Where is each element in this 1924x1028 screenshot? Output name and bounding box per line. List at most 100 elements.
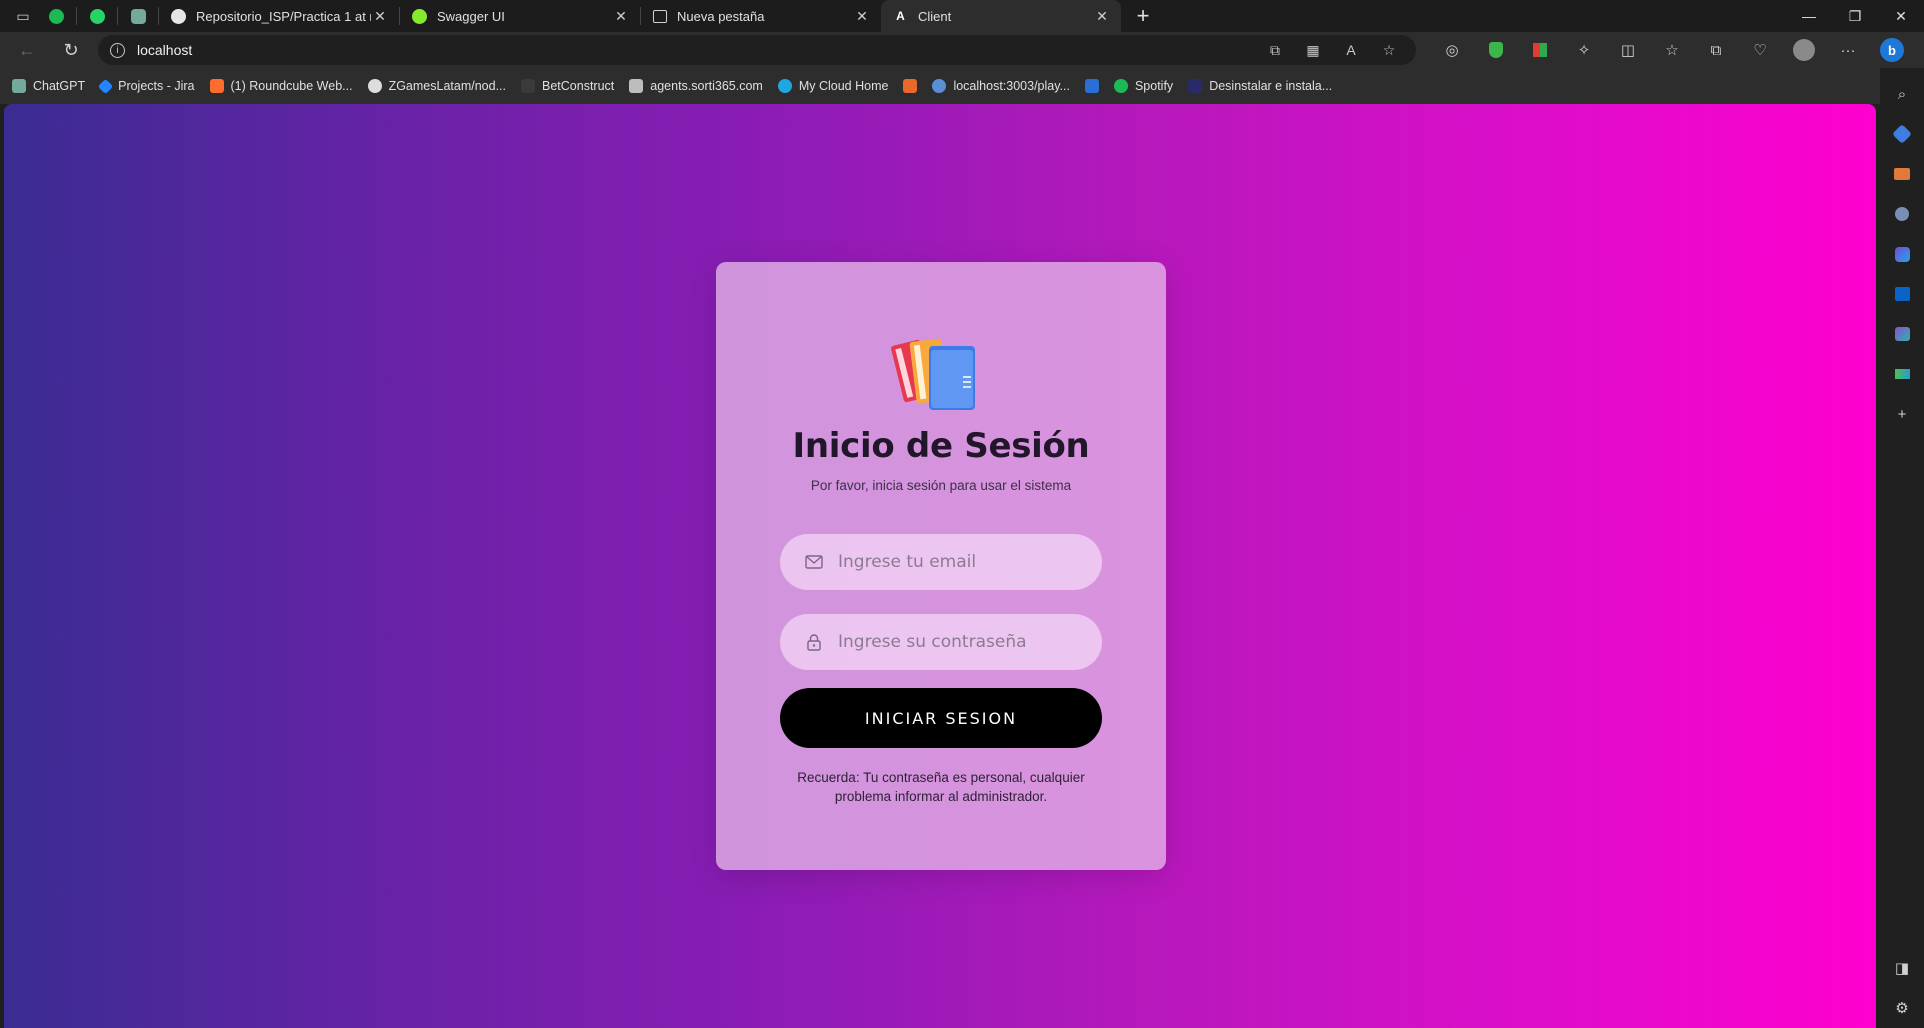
tab-swagger[interactable]: Swagger UI ✕ [400, 0, 640, 32]
pinned-tab-whatsapp[interactable] [77, 0, 117, 32]
login-button[interactable]: INICIAR SESION [780, 688, 1102, 748]
site-info-icon[interactable]: i [110, 42, 125, 58]
github-icon [171, 8, 186, 24]
chatgpt-icon [12, 79, 26, 93]
network-icon [629, 79, 644, 93]
extensions-area: ◎ ✧ ◫ ☆ ⧉ ♡ ··· b [1426, 35, 1910, 65]
betconstruct-icon [521, 79, 535, 93]
minimize-icon[interactable]: — [1786, 0, 1832, 32]
designer-icon[interactable] [1888, 320, 1916, 348]
favorite-item[interactable] [1084, 79, 1099, 93]
copilot-icon[interactable]: b [1874, 35, 1910, 65]
tab-strip: ▭ Repositorio_ISP/Practica 1 at mai ✕ Sw… [0, 0, 1924, 32]
cpanel-icon [209, 79, 224, 93]
favorites-bar: ChatGPT Projects - Jira (1) Roundcube We… [0, 68, 1924, 104]
qr-code-icon[interactable]: ▦ [1298, 37, 1328, 63]
shopping-tag-icon[interactable] [1888, 120, 1916, 148]
tab-client[interactable]: A Client ✕ [881, 0, 1121, 32]
sidebar-settings-icon[interactable]: ⚙ [1888, 994, 1916, 1022]
cloud-icon [777, 79, 792, 93]
favorite-item[interactable]: localhost:3003/play... [932, 79, 1070, 93]
whatsapp-icon [89, 8, 105, 24]
microsoft365-icon[interactable] [1888, 240, 1916, 268]
split-screen-icon[interactable]: ◫ [1610, 35, 1646, 65]
paypal-icon [1084, 79, 1099, 93]
jira-icon [97, 78, 114, 94]
pinned-tab-chatgpt[interactable] [118, 0, 158, 32]
favorite-item[interactable]: Projects - Jira [97, 78, 195, 94]
address-bar[interactable]: i localhost ⧉ ▦ A ☆ [98, 35, 1416, 65]
tab-nueva-pestana[interactable]: Nueva pestaña ✕ [641, 0, 881, 32]
bookmark-orange-icon [903, 79, 918, 93]
sidebar-bottom: ◨ ⚙ [1880, 942, 1924, 1028]
close-icon[interactable]: ✕ [853, 8, 871, 25]
telegram-send-icon[interactable] [1888, 360, 1916, 388]
add-sidebar-app-icon[interactable]: + [1888, 400, 1916, 428]
password-input[interactable] [838, 632, 1102, 652]
favorite-item[interactable]: Spotify [1113, 79, 1173, 93]
restore-icon[interactable]: ❐ [1832, 0, 1878, 32]
address-toolbar: ← ↻ i localhost ⧉ ▦ A ☆ ◎ ✧ ◫ ☆ ⧉ ♡ ··· … [0, 32, 1924, 68]
url-text[interactable]: localhost [137, 42, 1252, 58]
favorite-item[interactable]: My Cloud Home [777, 79, 888, 93]
tools-briefcase-icon[interactable] [1888, 160, 1916, 188]
books-logo-icon [891, 338, 975, 410]
close-icon[interactable]: ✕ [1093, 8, 1111, 25]
favorite-item[interactable] [903, 79, 918, 93]
page-title: Inicio de Sesión [792, 426, 1090, 466]
pinned-tab-spotify[interactable] [36, 0, 76, 32]
tab-title: Swagger UI [437, 8, 505, 24]
password-reminder-note: Recuerda: Tu contraseña es personal, cua… [797, 770, 1085, 804]
profile-avatar[interactable] [1786, 35, 1822, 65]
tab-title: Client [918, 8, 952, 24]
back-button[interactable]: ← [10, 35, 44, 65]
search-icon[interactable]: ⌕ [1888, 80, 1916, 108]
favorite-item[interactable]: ZGamesLatam/nod... [367, 79, 506, 93]
tab-title: Nueva pestaña [677, 8, 765, 24]
games-icon[interactable] [1888, 200, 1916, 228]
favorite-item[interactable]: agents.sorti365.com [629, 79, 763, 93]
favorite-item[interactable]: (1) Roundcube Web... [209, 79, 353, 93]
close-icon[interactable]: ✕ [371, 8, 389, 25]
envelope-icon [804, 552, 824, 572]
refresh-button[interactable]: ↻ [54, 35, 88, 65]
extension-shield-icon[interactable] [1478, 35, 1514, 65]
page-viewport: Inicio de Sesión Por favor, inicia sesió… [4, 104, 1876, 1028]
globe-icon [932, 79, 947, 93]
newtab-icon [653, 9, 667, 23]
favorite-item[interactable]: Desinstalar e instala... [1188, 79, 1332, 93]
read-aloud-icon[interactable]: A [1336, 37, 1366, 63]
github-icon [367, 79, 382, 93]
extension-color-icon[interactable] [1522, 35, 1558, 65]
extensions-puzzle-icon[interactable]: ✧ [1566, 35, 1602, 65]
spotify-icon [48, 8, 64, 24]
hide-sidebar-icon[interactable]: ◨ [1888, 954, 1916, 982]
site-icon [1188, 79, 1203, 93]
swagger-icon [412, 8, 427, 24]
page-subtitle: Por favor, inicia sesión para usar el si… [810, 478, 1072, 493]
favorite-item[interactable]: BetConstruct [521, 79, 614, 93]
new-tab-button[interactable]: + [1127, 0, 1159, 32]
window-close-icon[interactable]: ✕ [1878, 0, 1924, 32]
browser-essentials-icon[interactable]: ♡ [1742, 35, 1778, 65]
outlook-icon[interactable] [1888, 280, 1916, 308]
login-card: Inicio de Sesión Por favor, inicia sesió… [716, 262, 1166, 870]
settings-more-icon[interactable]: ··· [1830, 35, 1866, 65]
password-field[interactable] [780, 614, 1102, 670]
email-field[interactable] [780, 534, 1102, 590]
collections-icon[interactable]: ⧉ [1698, 35, 1734, 65]
browser-window: ▭ Repositorio_ISP/Practica 1 at mai ✕ Sw… [0, 0, 1924, 1028]
favorites-icon[interactable]: ☆ [1654, 35, 1690, 65]
email-input[interactable] [838, 552, 1102, 572]
favorite-item[interactable]: ChatGPT [12, 79, 85, 93]
close-icon[interactable]: ✕ [612, 8, 630, 25]
tab-repositorio[interactable]: Repositorio_ISP/Practica 1 at mai ✕ [159, 0, 399, 32]
app-available-icon[interactable]: ⧉ [1260, 37, 1290, 63]
lock-icon [804, 632, 824, 652]
window-controls: — ❐ ✕ [1786, 0, 1924, 32]
extension-target-icon[interactable]: ◎ [1434, 35, 1470, 65]
spotify-icon [1113, 79, 1128, 93]
chatgpt-icon [130, 8, 146, 24]
favorite-star-icon[interactable]: ☆ [1374, 37, 1404, 63]
tab-actions-icon[interactable]: ▭ [10, 3, 36, 29]
